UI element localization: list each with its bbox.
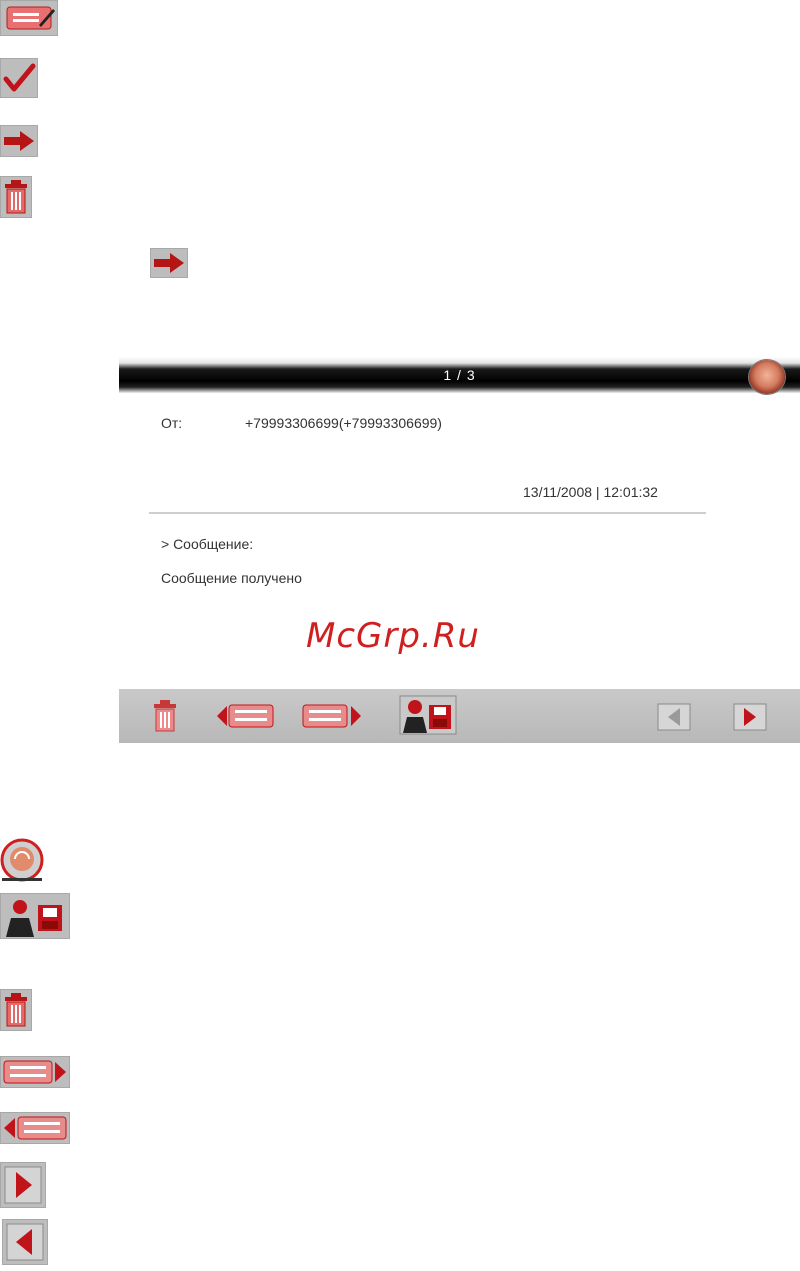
trash-icon[interactable] [151,699,179,733]
watermark: McGrp.Ru [306,616,480,656]
compose-icon [0,0,58,36]
page-next-icon[interactable] [733,703,767,731]
home-icon[interactable] [749,360,785,394]
page-prev-icon [2,1219,48,1265]
check-icon [0,58,38,98]
previous-message-icon[interactable] [215,699,277,733]
from-value: +79993306699(+79993306699) [245,415,442,431]
forward-arrow-icon [150,248,188,278]
message-header: > Сообщение: [161,536,254,552]
title-bar: 1 / 3 [119,357,800,394]
save-contact-icon[interactable] [399,695,457,735]
page-prev-icon[interactable] [657,703,691,731]
message-counter: 1 / 3 [443,367,476,383]
trash-icon [0,989,32,1031]
bottom-toolbar [119,689,800,743]
message-datetime: 13/11/2008 | 12:01:32 [523,484,658,500]
save-contact-icon [0,893,70,939]
previous-message-icon [0,1112,70,1144]
next-message-icon [0,1056,70,1088]
next-message-icon[interactable] [301,699,363,733]
forward-arrow-icon [0,125,38,157]
message-body: Сообщение получено [161,570,302,586]
home-icon [0,838,44,882]
page-next-icon [0,1162,46,1208]
from-label: От: [161,415,183,431]
divider [149,512,706,514]
trash-icon [0,176,32,218]
message-view-screen: 1 / 3 От: +79993306699(+79993306699) 13/… [119,357,800,743]
